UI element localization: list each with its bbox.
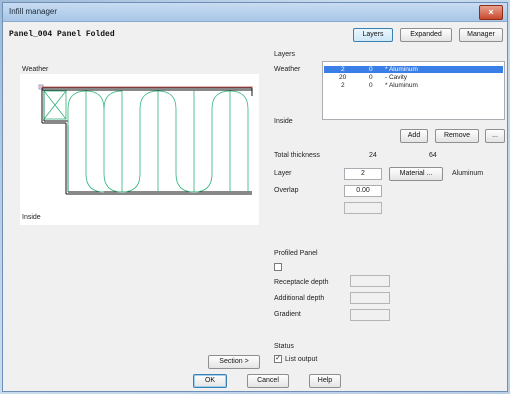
overlap-label: Overlap — [274, 187, 299, 194]
infill-manager-window: Infill manager × Panel_004 Panel Folded … — [2, 2, 508, 392]
title-bar[interactable]: Infill manager × — [3, 3, 507, 22]
panel-title: Panel_004 Panel Folded — [9, 30, 115, 39]
additional-depth-label: Additional depth — [274, 295, 325, 302]
close-button[interactable]: × — [479, 5, 503, 20]
layer-number-field[interactable]: 2 — [344, 168, 382, 180]
preview-inside-label: Inside — [22, 214, 41, 221]
overlap-field[interactable]: 0.00 — [344, 185, 382, 197]
dialog-client: Panel_004 Panel Folded Layers Expanded M… — [3, 22, 507, 391]
more-button[interactable]: ... — [485, 129, 505, 143]
total-thickness-label: Total thickness — [274, 152, 320, 159]
tab-expanded[interactable]: Expanded — [400, 28, 452, 42]
panel-section-drawing — [38, 84, 253, 195]
layers-heading: Layers — [274, 51, 296, 58]
material-value: Aluminum — [452, 170, 484, 177]
layers-list[interactable]: 2 0 * Aluminum 20 0 - Cavity 2 0 * Alumi… — [322, 61, 505, 120]
cancel-button[interactable]: Cancel — [247, 374, 289, 388]
layers-inside-label: Inside — [274, 118, 293, 125]
insulation-zigzag — [43, 90, 249, 193]
panel-outline — [41, 87, 253, 195]
list-output-checkbox[interactable]: ✓ — [274, 355, 282, 363]
tab-manager[interactable]: Manager — [459, 28, 503, 42]
layer-label: Layer — [274, 170, 292, 177]
remove-layer-button[interactable]: Remove — [435, 129, 479, 143]
total-thickness-value-1: 24 — [369, 152, 377, 159]
receptacle-depth-field — [350, 275, 390, 287]
list-output-label: List output — [285, 356, 318, 363]
gradient-label: Gradient — [274, 311, 301, 318]
ok-button[interactable]: OK — [193, 374, 227, 388]
help-button[interactable]: Help — [309, 374, 341, 388]
add-layer-button[interactable]: Add — [400, 129, 428, 143]
panel-section-preview — [20, 74, 259, 225]
receptacle-depth-label: Receptacle depth — [274, 279, 329, 286]
total-thickness-value-2: 64 — [429, 152, 437, 159]
tab-layers[interactable]: Layers — [353, 28, 393, 42]
material-button[interactable]: Material ... — [389, 167, 443, 181]
preview-weather-label: Weather — [22, 66, 49, 73]
status-heading: Status — [274, 343, 294, 350]
layer-row-1[interactable]: 20 0 - Cavity — [324, 74, 503, 81]
layer-row-2[interactable]: 2 0 * Aluminum — [324, 82, 503, 89]
section-button[interactable]: Section > — [208, 355, 260, 369]
window-title: Infill manager — [9, 7, 58, 16]
layer-row-0[interactable]: 2 0 * Aluminum — [324, 66, 503, 73]
profiled-panel-heading: Profiled Panel — [274, 250, 318, 257]
layers-weather-label: Weather — [274, 66, 301, 73]
profiled-panel-checkbox[interactable] — [274, 263, 282, 271]
overlap-extra-field — [344, 202, 382, 214]
gradient-field — [350, 309, 390, 321]
additional-depth-field — [350, 292, 390, 304]
